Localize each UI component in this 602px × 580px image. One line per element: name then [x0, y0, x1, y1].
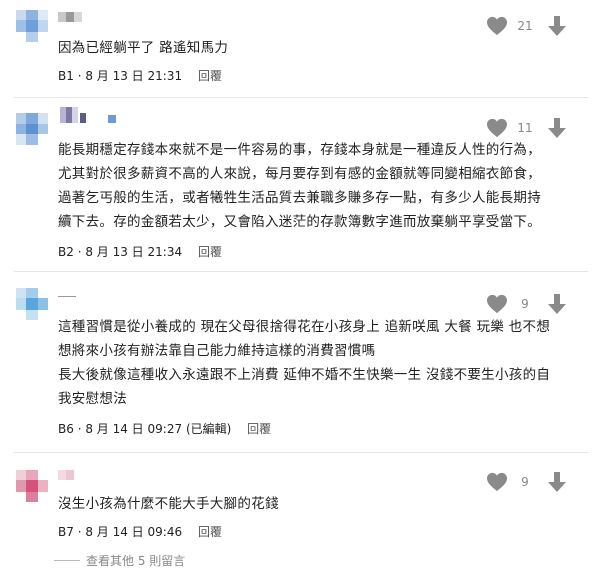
divider — [14, 97, 588, 98]
reply-button[interactable]: 回覆 — [198, 245, 222, 259]
comment-text: 因為已經躺平了 路遙知馬力 — [58, 40, 229, 56]
avatar[interactable] — [16, 288, 48, 320]
comment-text: 能長期穩定存錢本來就不是一件容易的事，存錢本身就是一種違反人性的行為， 尤其對於… — [58, 142, 541, 230]
avatar[interactable] — [16, 10, 48, 42]
comment-meta: B7 · 8 月 14 日 09:46 回覆 — [58, 525, 222, 539]
arrow-down-icon[interactable] — [548, 294, 566, 314]
avatar[interactable] — [16, 113, 48, 145]
heart-icon[interactable] — [486, 16, 508, 36]
arrow-down-icon[interactable] — [548, 472, 566, 492]
divider — [14, 271, 588, 272]
comment-text: 這種習慣是從小養成的 現在父母很捨得花在小孩身上 追新咲風 大餐 玩樂 也不想 … — [58, 319, 551, 407]
reaction-bar: 21 — [486, 15, 566, 37]
arrow-down-icon[interactable] — [548, 16, 566, 36]
comment-meta: B1 · 8 月 13 日 21:31 回覆 — [58, 69, 222, 83]
like-count: 21 — [517, 19, 533, 33]
reaction-bar: 9 — [486, 471, 566, 493]
more-divider-line — [54, 560, 80, 561]
reply-button[interactable]: 回覆 — [198, 69, 222, 83]
divider — [14, 452, 588, 453]
like-count: 11 — [517, 121, 533, 135]
reaction-bar: 9 — [486, 293, 566, 315]
reply-button[interactable]: 回覆 — [247, 422, 271, 436]
avatar[interactable] — [16, 470, 48, 502]
like-count: 9 — [521, 297, 529, 311]
edited-label: (已編輯) — [185, 422, 232, 436]
comment-meta: B2 · 8 月 13 日 21:34 回覆 — [58, 245, 222, 259]
heart-icon[interactable] — [486, 472, 508, 492]
reaction-bar: 11 — [486, 117, 566, 139]
like-count: 9 — [521, 475, 529, 489]
reply-button[interactable]: 回覆 — [198, 525, 222, 539]
comment-meta: B6 · 8 月 14 日 09:27 (已編輯) 回覆 — [58, 422, 272, 436]
arrow-down-icon[interactable] — [548, 118, 566, 138]
view-more-replies[interactable]: 查看其他 5 則留言 — [54, 552, 185, 569]
heart-icon[interactable] — [486, 118, 508, 138]
heart-icon[interactable] — [486, 294, 508, 314]
view-more-label[interactable]: 查看其他 5 則留言 — [86, 552, 185, 569]
comment-text: 沒生小孩為什麼不能大手大腳的花錢 — [58, 496, 279, 512]
